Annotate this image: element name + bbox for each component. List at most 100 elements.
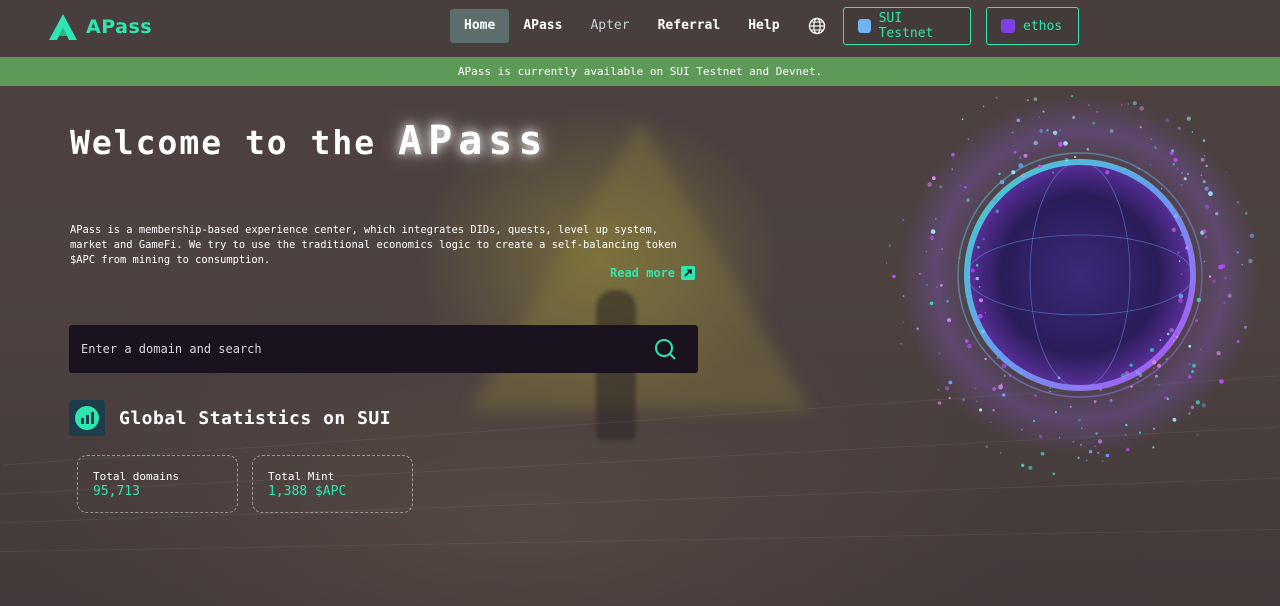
particle-dot xyxy=(902,321,905,323)
particle-dot xyxy=(1187,172,1189,175)
particle-dot xyxy=(977,245,980,249)
particle-dot xyxy=(1196,297,1202,303)
particle-dot xyxy=(1028,465,1033,470)
particle-dot xyxy=(1109,129,1114,133)
particle-dot xyxy=(1109,399,1113,402)
particle-dot xyxy=(996,356,999,360)
particle-dot xyxy=(967,138,970,141)
particle-dot xyxy=(1173,157,1178,162)
stat-label: Total Mint xyxy=(268,470,335,483)
particle-dot xyxy=(1077,456,1080,459)
particle-dot xyxy=(1227,293,1232,298)
particle-dot xyxy=(1097,451,1100,454)
particle-dot xyxy=(998,172,1001,176)
particle-dot xyxy=(1011,131,1014,134)
particle-dot xyxy=(1093,400,1097,403)
particle-dot xyxy=(1195,319,1199,323)
particle-dot xyxy=(1166,397,1169,400)
particle-dot xyxy=(888,244,891,247)
particle-dot xyxy=(1185,246,1189,250)
particle-dot xyxy=(1236,340,1240,343)
nav-home[interactable]: Home xyxy=(450,9,510,43)
hero-title-brand: APass xyxy=(398,118,549,164)
particle-dot xyxy=(1223,301,1227,305)
particle-dot xyxy=(1180,233,1183,237)
particle-dot xyxy=(962,398,966,401)
particle-dot xyxy=(966,198,970,202)
particle-dot xyxy=(965,339,969,343)
particle-dot xyxy=(998,384,1003,390)
network-selector-button[interactable]: SUI Testnet xyxy=(843,7,971,45)
particle-dot xyxy=(938,352,941,355)
particle-dot xyxy=(961,118,964,120)
particle-dot xyxy=(1123,167,1126,170)
particle-dot xyxy=(1019,156,1022,159)
particle-dot xyxy=(1080,443,1082,446)
particle-dot xyxy=(916,327,919,330)
domain-search-bar xyxy=(69,325,698,373)
search-icon xyxy=(655,339,676,360)
nav-help[interactable]: Help xyxy=(734,9,793,43)
search-button[interactable] xyxy=(653,337,677,361)
particle-dot xyxy=(1173,340,1175,342)
particle-dot xyxy=(1021,179,1023,182)
particle-dot xyxy=(1074,155,1077,159)
particle-dot xyxy=(974,387,977,390)
stat-label: Total domains xyxy=(93,470,180,483)
stat-card-total-domains: Total domains 95,713 xyxy=(77,455,238,513)
particle-dot xyxy=(1126,447,1130,452)
stat-value: 1,388 $APC xyxy=(268,484,347,499)
particle-dot xyxy=(979,408,983,412)
particle-dot xyxy=(1153,427,1156,430)
particle-dot xyxy=(931,176,936,181)
globe-icon xyxy=(808,17,825,35)
particle-dot xyxy=(1212,279,1216,283)
particle-dot xyxy=(1188,329,1191,331)
particle-dot xyxy=(1052,130,1058,135)
brand-name: APass xyxy=(86,16,153,38)
particle-dot xyxy=(1105,170,1110,175)
particle-dot xyxy=(930,229,936,234)
particle-dot xyxy=(1187,375,1192,379)
particle-dot xyxy=(1204,235,1208,239)
particle-dot xyxy=(1241,263,1244,266)
particle-dot xyxy=(977,313,983,319)
particle-dot xyxy=(1196,434,1198,436)
particle-dot xyxy=(1236,251,1239,254)
particle-dot xyxy=(999,351,1003,355)
particle-dot xyxy=(1192,363,1196,368)
particle-dot xyxy=(1002,393,1006,397)
particle-dot xyxy=(1152,360,1157,365)
particle-dot xyxy=(975,263,979,267)
domain-search-input[interactable] xyxy=(69,325,639,373)
particle-dot xyxy=(1204,204,1210,209)
language-button[interactable] xyxy=(800,9,834,43)
particle-dot xyxy=(1033,97,1038,101)
particle-dot xyxy=(1127,103,1129,105)
wallet-button[interactable]: ethos xyxy=(986,7,1079,45)
particle-dot xyxy=(1177,126,1181,130)
read-more-link[interactable]: Read more xyxy=(610,266,696,280)
particle-dot xyxy=(1183,177,1187,181)
particle-dot xyxy=(1094,445,1097,448)
particle-dot xyxy=(1086,148,1089,151)
particle-dot xyxy=(985,445,988,449)
hero-description: APass is a membership-based experience c… xyxy=(70,224,677,266)
particle-dot xyxy=(926,283,928,286)
particle-dot xyxy=(1224,276,1227,280)
particle-dot xyxy=(902,219,905,221)
particle-dot xyxy=(1009,374,1012,377)
ethos-wallet-icon xyxy=(1001,19,1015,33)
brand-logo[interactable]: APass xyxy=(48,13,152,41)
particle-dot xyxy=(1095,432,1098,435)
particle-dot xyxy=(1188,344,1192,348)
nav-referral[interactable]: Referral xyxy=(644,9,735,43)
nav-apass[interactable]: APass xyxy=(509,9,576,43)
nav-apter[interactable]: Apter xyxy=(576,9,643,43)
particle-dot xyxy=(951,153,955,157)
sui-network-icon xyxy=(858,19,871,33)
particle-dot xyxy=(978,298,984,303)
particle-dot xyxy=(941,248,943,250)
particle-dot xyxy=(984,312,986,314)
particle-dot xyxy=(927,182,932,187)
